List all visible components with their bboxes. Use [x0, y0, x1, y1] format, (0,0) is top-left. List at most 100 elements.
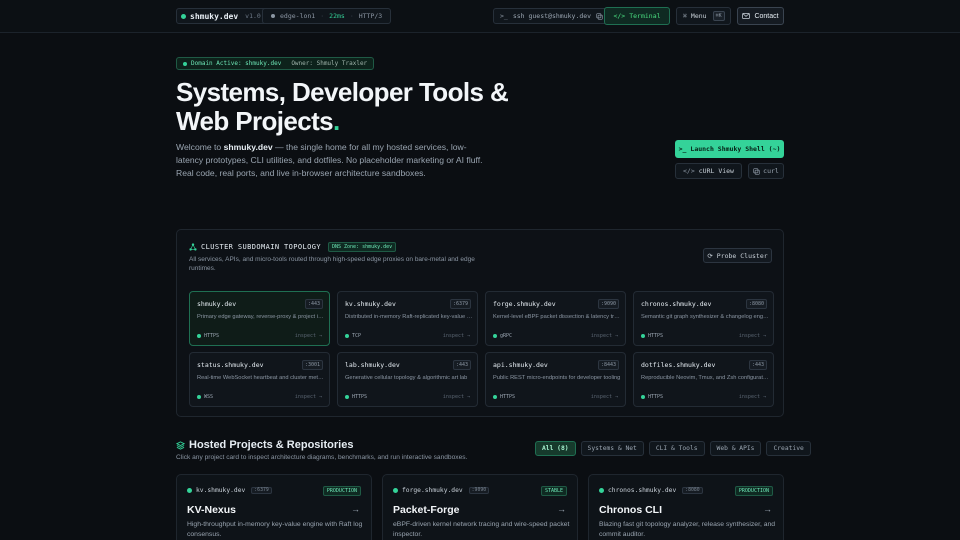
cluster-title: CLUSTER SUBDOMAIN TOPOLOGY — [201, 243, 321, 251]
project-card[interactable]: chronos.shmuky.dev:8080 PRODUCTION Chronos… — [588, 474, 784, 540]
project-filters: All (8) Systems & Net CLI & Tools Web & API… — [535, 441, 811, 456]
node-protocol-label: gRPC — [500, 333, 513, 339]
project-card-header: forge.shmuky.dev:9090 — [393, 487, 490, 494]
node-protocol: HTTPS — [493, 394, 515, 400]
node-port: :443 — [452, 360, 471, 370]
hero-description: Welcome to shmuky.dev — the single home … — [176, 141, 486, 180]
arrow-right-icon[interactable]: → — [351, 504, 360, 514]
domain-status-badge: Domain Active: shmuky.dev Owner: Shmuly … — [176, 57, 375, 70]
cluster-node[interactable]: shmuky.dev:443 Primary edge gateway, reve… — [189, 291, 330, 346]
contact-button[interactable]: Contact — [737, 7, 784, 25]
node-inspect-link[interactable]: inspect → — [443, 333, 470, 339]
node-inspect-link[interactable]: inspect → — [591, 394, 618, 400]
filter-tab[interactable]: Creative — [766, 441, 811, 456]
node-protocol: HTTPS — [345, 394, 367, 400]
edge-protocol: HTTP/3 — [358, 12, 383, 20]
desc-pre: Welcome to — [176, 142, 224, 152]
project-host: forge.shmuky.dev — [402, 487, 463, 494]
cluster-node[interactable]: status.shmuky.dev:3001 Real-time WebSocke… — [189, 352, 330, 407]
project-host: kv.shmuky.dev — [196, 487, 246, 494]
project-name: Packet-Forge — [393, 504, 460, 516]
arrow-right-icon[interactable]: → — [763, 504, 772, 514]
projects-title: Hosted Projects & Repositories — [189, 439, 354, 451]
node-protocol: HTTPS — [641, 333, 663, 339]
node-name: lab.shmuky.dev — [345, 361, 400, 369]
filter-tab[interactable]: Web & APIs — [709, 441, 762, 456]
cluster-node[interactable]: chronos.shmuky.dev:8080 Semantic git grap… — [633, 291, 774, 346]
node-description: Reproducible Neovim, Tmux, and Zsh confi… — [641, 375, 769, 381]
node-inspect-link[interactable]: inspect → — [443, 394, 470, 400]
node-protocol: HTTPS — [641, 394, 663, 400]
status-dot-icon — [181, 13, 186, 19]
launch-shell-button[interactable]: >_ Launch Shmuky Shell (~) — [675, 140, 784, 158]
cluster-topology-panel: CLUSTER SUBDOMAIN TOPOLOGY DNS Zone: shm… — [176, 229, 784, 417]
node-name: dotfiles.shmuky.dev — [641, 361, 716, 369]
filter-tab[interactable]: All (8) — [535, 441, 576, 456]
node-protocol-label: HTTPS — [204, 333, 220, 339]
code-icon: </> — [613, 12, 626, 20]
brand-name: shmuky.dev — [190, 11, 239, 21]
arrow-right-icon[interactable]: → — [557, 504, 566, 514]
node-inspect-link[interactable]: inspect → — [295, 394, 322, 400]
copy-icon — [753, 167, 760, 175]
node-description: Distributed in-memory Raft-replicated ke… — [345, 314, 473, 320]
project-status-badge: PRODUCTION — [734, 486, 773, 496]
node-name: status.shmuky.dev — [197, 361, 264, 369]
node-description: Kernel-level eBPF packet dissection & la… — [493, 314, 621, 320]
node-status-dot-icon — [345, 395, 349, 399]
cluster-header: CLUSTER SUBDOMAIN TOPOLOGY DNS Zone: shm… — [189, 242, 397, 252]
cluster-node[interactable]: api.shmuky.dev:8443 Public REST micro-end… — [485, 352, 626, 407]
node-protocol-label: HTTPS — [500, 394, 516, 400]
node-status-dot-icon — [197, 395, 201, 399]
node-name: forge.shmuky.dev — [493, 300, 556, 308]
node-name: kv.shmuky.dev — [345, 300, 396, 308]
project-port: :6379 — [251, 487, 272, 494]
project-card[interactable]: kv.shmuky.dev:6379 PRODUCTION KV-Nexus → Hig… — [176, 474, 372, 540]
filter-tab[interactable]: CLI & Tools — [648, 441, 705, 456]
code-icon: </> — [683, 167, 695, 175]
title-dot: . — [333, 106, 340, 136]
project-name: KV-Nexus — [187, 504, 237, 516]
domain-owner: Owner: Shmuly Traxler — [291, 60, 368, 67]
project-card-header: kv.shmuky.dev :6379 — [187, 487, 272, 494]
page-title: Systems, Developer Tools & Web Projects. — [176, 78, 516, 136]
terminal-prompt-icon: >_ — [678, 145, 687, 153]
cluster-node[interactable]: dotfiles.shmuky.dev:443 Reproducible Neov… — [633, 352, 774, 407]
command-icon: ⌘ — [683, 12, 687, 20]
curl-copy-button[interactable]: curl — [748, 163, 784, 179]
node-protocol: HTTPS — [197, 333, 219, 339]
menu-button[interactable]: ⌘ Menu ⌘K — [676, 7, 731, 25]
node-status-dot-icon — [493, 334, 497, 338]
node-inspect-link[interactable]: inspect → — [739, 333, 766, 339]
cluster-node[interactable]: lab.shmuky.dev :443 Generative cellular to… — [337, 352, 478, 407]
node-inspect-link[interactable]: inspect → — [739, 394, 766, 400]
node-port: :3001 — [301, 360, 323, 370]
probe-cluster-button[interactable]: ⟳ Probe Cluster — [703, 248, 772, 263]
cluster-node[interactable]: forge.shmuky.dev:9090 Kernel-level eBPF p… — [485, 291, 626, 346]
title-line2: Web Projects — [176, 106, 334, 136]
cluster-node[interactable]: kv.shmuky.dev :6379 Distributed in-memory … — [337, 291, 478, 346]
node-status-dot-icon — [345, 334, 349, 338]
terminal-button[interactable]: </> Terminal — [604, 7, 670, 25]
node-inspect-link[interactable]: inspect → — [295, 333, 322, 339]
copy-icon[interactable] — [596, 12, 603, 20]
node-description: Generative cellular topology & algorithm… — [345, 375, 468, 381]
node-port: :443 — [304, 299, 323, 309]
dns-zone-badge: DNS Zone: shmuky.dev — [327, 242, 397, 252]
brand-home-link[interactable]: shmuky.dev v1.0 — [176, 8, 268, 24]
node-name: chronos.shmuky.dev — [641, 300, 712, 308]
title-line1: Systems, Developer Tools & — [176, 77, 509, 107]
edge-node: edge-lon1 — [280, 12, 316, 20]
refresh-icon: ⟳ — [707, 251, 713, 260]
node-description: Public REST micro-endpoints for develope… — [493, 375, 621, 381]
curl-view-label: cURL View — [698, 167, 734, 175]
node-inspect-link[interactable]: inspect → — [591, 333, 618, 339]
project-port: :8080 — [682, 487, 703, 494]
node-protocol: gRPC — [493, 333, 512, 339]
filter-tab[interactable]: Systems & Net — [580, 441, 644, 456]
node-port: :6379 — [449, 299, 471, 309]
ssh-copy[interactable]: >_ ssh guest@shmuky.dev — [493, 8, 611, 24]
projects-heading: Hosted Projects & Repositories — [176, 439, 353, 451]
project-card[interactable]: forge.shmuky.dev:9090 STABLE Packet-Forge →… — [382, 474, 578, 540]
curl-view-button[interactable]: </> cURL View — [675, 163, 742, 179]
